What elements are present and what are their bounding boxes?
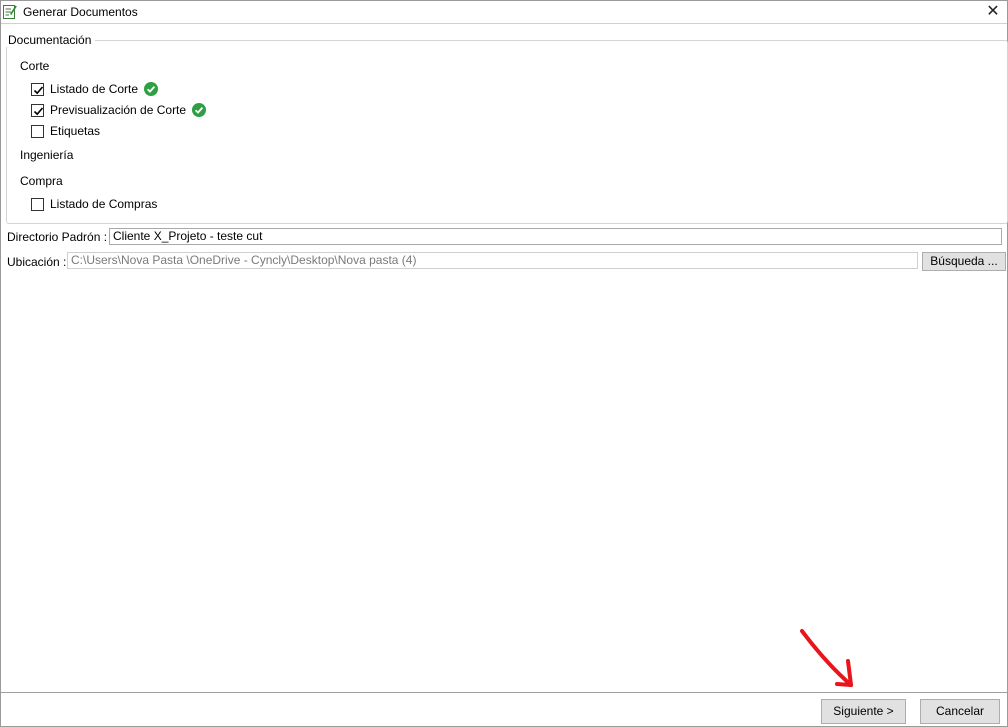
generar-documentos-dialog: Generar Documentos ✕ Documentación Corte…: [0, 0, 1008, 727]
busqueda-button[interactable]: Búsqueda ...: [922, 252, 1006, 271]
siguiente-button[interactable]: Siguiente >: [821, 699, 906, 724]
section-corte-label: Corte: [20, 59, 50, 73]
listado-de-compras-label: Listado de Compras: [50, 197, 158, 211]
document-edit-icon: [3, 5, 17, 19]
title-bar: Generar Documentos ✕: [1, 1, 1007, 24]
previsualizacion-de-corte-checkbox[interactable]: [31, 103, 44, 117]
previsualizacion-de-corte-label: Previsualización de Corte: [50, 103, 187, 117]
check-circle-icon: [144, 82, 159, 96]
section-ingenieria-label: Ingeniería: [20, 148, 74, 162]
close-button[interactable]: ✕: [983, 2, 1003, 22]
documentacion-legend: Documentación: [6, 33, 96, 47]
ubicacion-input[interactable]: C:\Users\Nova Pasta \OneDrive - Cyncly\D…: [67, 252, 918, 269]
etiquetas-label: Etiquetas: [50, 124, 101, 138]
listado-de-corte-checkbox[interactable]: [31, 82, 44, 96]
section-compra-label: Compra: [20, 174, 63, 188]
check-circle-icon: [192, 103, 207, 117]
red-arrow-annotation: [800, 629, 853, 687]
listado-de-compras-checkbox[interactable]: [31, 197, 44, 211]
checkbox-row-etiquetas[interactable]: Etiquetas: [31, 123, 100, 139]
etiquetas-checkbox[interactable]: [31, 124, 44, 138]
ubicacion-label: Ubicación :: [7, 255, 67, 269]
checkbox-row-listado-de-compras[interactable]: Listado de Compras: [31, 196, 157, 212]
directorio-padron-label: Directorio Padrón :: [7, 230, 108, 244]
directorio-padron-input[interactable]: Cliente X_Projeto - teste cut: [109, 228, 1002, 245]
checkbox-row-listado-de-corte[interactable]: Listado de Corte: [31, 81, 159, 97]
listado-de-corte-label: Listado de Corte: [50, 82, 139, 96]
window-title: Generar Documentos: [23, 5, 138, 19]
checkbox-row-previsualizacion-de-corte[interactable]: Previsualización de Corte: [31, 102, 207, 118]
cancelar-button[interactable]: Cancelar: [920, 699, 1000, 724]
